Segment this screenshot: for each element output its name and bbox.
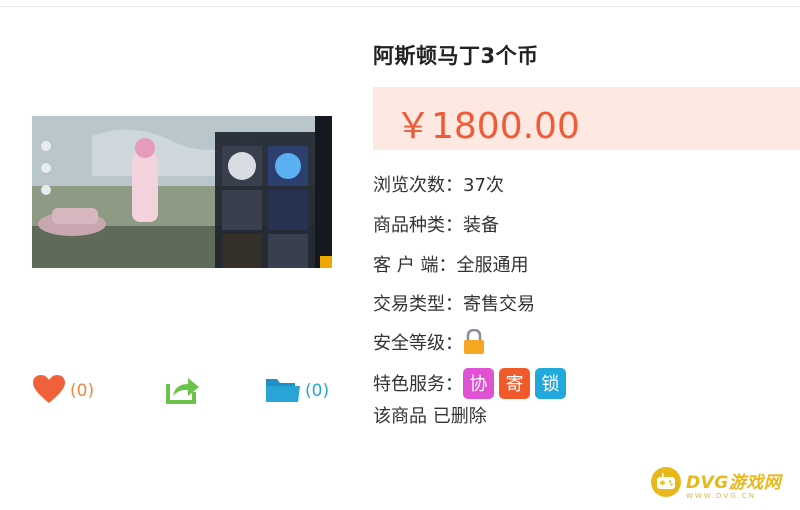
like-button[interactable]: (0) <box>32 374 94 408</box>
product-price: ￥1800.00 <box>395 106 580 147</box>
price-box: ￥1800.00 <box>373 87 800 150</box>
security-label: 安全等级： <box>373 333 463 354</box>
watermark-url: WWW.DVG.CN <box>686 492 757 500</box>
product-title: 阿斯顿马丁3个币 <box>373 44 539 68</box>
folder-icon <box>265 374 301 408</box>
gamepad-logo-icon <box>650 466 682 502</box>
info-label: 客 户 端： <box>373 255 457 276</box>
lock-icon <box>463 328 485 355</box>
info-label: 浏览次数： <box>373 175 463 196</box>
info-value: 装备 <box>463 215 499 236</box>
service-badge-lock[interactable]: 锁 <box>535 367 566 399</box>
service-badge-consign[interactable]: 寄 <box>499 367 530 399</box>
info-row-trade-type: 交易类型： 寄售交易 <box>373 289 535 317</box>
item-status: 该商品 已删除 <box>373 406 487 427</box>
info-row-security: 安全等级： <box>373 328 485 356</box>
service-badge-assist[interactable]: 协 <box>463 367 494 399</box>
info-row-views: 浏览次数： 37次 <box>373 170 504 198</box>
info-row-category: 商品种类： 装备 <box>373 210 499 238</box>
product-image[interactable] <box>32 116 332 268</box>
collect-count: (0) <box>305 381 330 401</box>
top-divider <box>0 6 800 7</box>
like-count: (0) <box>70 381 95 401</box>
info-value: 寄售交易 <box>463 294 535 315</box>
share-icon <box>166 374 200 408</box>
services-label: 特色服务： <box>373 374 463 395</box>
info-label: 交易类型： <box>373 294 463 315</box>
info-label: 商品种类： <box>373 215 463 236</box>
watermark-brand: DVG游戏网 <box>686 473 782 493</box>
collect-button[interactable]: (0) <box>265 374 329 408</box>
share-button[interactable] <box>166 374 200 408</box>
info-value: 全服通用 <box>456 255 529 276</box>
info-row-services: 特色服务： 协 寄 锁 <box>373 367 571 399</box>
info-value: 37次 <box>463 175 504 196</box>
info-row-client: 客 户 端： 全服通用 <box>373 250 528 278</box>
watermark: DVG游戏网 WWW.DVG.CN <box>650 466 781 502</box>
heart-icon <box>32 374 66 408</box>
